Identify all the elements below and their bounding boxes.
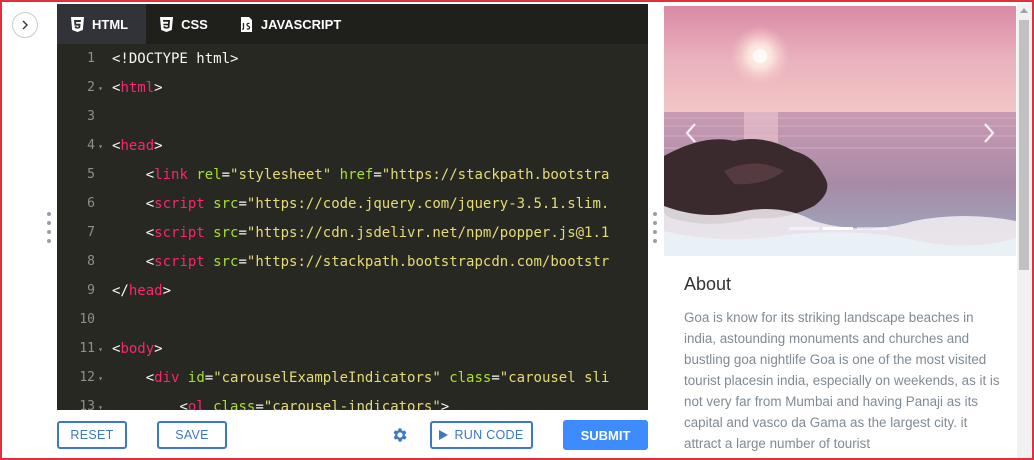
about-card: About Goa is know for its striking lands…: [684, 274, 1002, 454]
code-line[interactable]: 4 ▾ <head>: [57, 131, 648, 160]
tab-html[interactable]: HTML: [57, 4, 147, 44]
code-text: <link rel="stylesheet" href="https://sta…: [145, 166, 610, 183]
scroll-thumb[interactable]: [1019, 20, 1029, 270]
code-text: <head>: [112, 137, 163, 154]
line-number: 6: [87, 196, 95, 211]
line-number: 3: [87, 109, 95, 124]
tab-label: HTML: [92, 16, 129, 32]
code-line[interactable]: 12 ▾ <div id="carouselExampleIndicators" …: [57, 363, 648, 392]
code-line[interactable]: 5 <link rel="stylesheet" href="https://s…: [57, 160, 648, 189]
line-number: 8: [87, 254, 95, 269]
preview-pane: About Goa is know for its striking lands…: [663, 4, 1017, 460]
html5-icon: [71, 16, 84, 32]
js-file-icon: [240, 16, 252, 32]
fold-arrow-icon[interactable]: ▾: [98, 341, 103, 358]
line-number: 11 ▾: [79, 341, 103, 358]
code-editor[interactable]: HTML CSS JAVASCRIPT 1 <!DOCTYPE html> 2 ▾ <h…: [57, 4, 648, 410]
carousel-indicators: [789, 227, 887, 230]
chevron-right-icon: [22, 20, 28, 30]
fold-arrow-icon[interactable]: ▾: [98, 80, 103, 97]
line-number: 7: [87, 225, 95, 240]
code-line[interactable]: 8 <script src="https://stackpath.bootstr…: [57, 247, 648, 276]
line-number: 10: [79, 312, 95, 327]
run-code-label: RUN CODE: [454, 428, 524, 442]
line-number: 4 ▾: [87, 138, 103, 155]
reset-button[interactable]: RESET: [57, 421, 127, 449]
line-number: 9: [87, 283, 95, 298]
left-resize-handle[interactable]: [47, 212, 51, 243]
code-text: <!DOCTYPE html>: [112, 50, 239, 67]
tab-label: JAVASCRIPT: [260, 16, 342, 32]
code-text: <script src="https://code.jquery.com/jqu…: [145, 195, 610, 212]
tab-label: CSS: [181, 16, 208, 32]
code-line[interactable]: 2 ▾ <html>: [57, 73, 648, 102]
expand-panel-button[interactable]: [12, 12, 38, 38]
code-line[interactable]: 3: [57, 102, 648, 131]
carousel-prev-icon[interactable]: [684, 122, 698, 144]
tab-javascript[interactable]: JAVASCRIPT: [226, 4, 359, 44]
code-line[interactable]: 10: [57, 305, 648, 334]
fold-arrow-icon[interactable]: ▾: [98, 138, 103, 155]
code-text: <div id="carouselExampleIndicators" clas…: [145, 369, 610, 386]
run-code-button[interactable]: RUN CODE: [430, 421, 533, 449]
line-number: 13 ▾: [57, 399, 103, 410]
code-text: <html>: [112, 79, 163, 96]
code-text: </head>: [112, 282, 172, 299]
save-label: SAVE: [175, 428, 209, 442]
submit-button[interactable]: SUBMIT: [563, 420, 648, 450]
save-button[interactable]: SAVE: [157, 421, 227, 449]
code-line[interactable]: 7 <script src="https://cdn.jsdelivr.net/…: [57, 218, 648, 247]
line-number: 1: [87, 51, 95, 66]
line-number: 12 ▾: [79, 370, 103, 387]
code-line[interactable]: 9 </head>: [57, 276, 648, 305]
card-text: Goa is know for its striking landscape b…: [684, 310, 1000, 451]
tab-css[interactable]: CSS: [146, 4, 226, 44]
line-number: 5: [87, 167, 95, 182]
code-line[interactable]: 11 ▾ <body>: [57, 334, 648, 363]
submit-label: SUBMIT: [580, 427, 631, 443]
fold-arrow-icon[interactable]: ▾: [98, 399, 103, 410]
line-number: 2 ▾: [87, 80, 103, 97]
code-line[interactable]: 1 <!DOCTYPE html>: [57, 44, 648, 73]
code-text: <body>: [112, 340, 163, 357]
carousel-next-icon[interactable]: [982, 122, 996, 144]
fold-arrow-icon[interactable]: ▾: [98, 370, 103, 387]
gear-icon[interactable]: [391, 426, 409, 444]
code-line[interactable]: 6 <script src="https://code.jquery.com/j…: [57, 189, 648, 218]
carousel-indicator[interactable]: [823, 227, 853, 230]
code-area[interactable]: 1 <!DOCTYPE html> 2 ▾ <html> 3 4 ▾ <head> 5 <link…: [57, 44, 648, 411]
carousel-indicator[interactable]: [789, 227, 819, 230]
code-text: <ol class="carousel-indicators">: [179, 398, 450, 411]
carousel: [664, 6, 1016, 256]
sunset-beach-image: [664, 6, 1016, 256]
carousel-indicator[interactable]: [857, 227, 887, 230]
preview-scrollbar[interactable]: [1017, 4, 1031, 458]
reset-label: RESET: [70, 428, 114, 442]
editor-tabs: HTML CSS JAVASCRIPT: [57, 4, 648, 44]
code-text: <script src="https://cdn.jsdelivr.net/np…: [145, 224, 610, 241]
card-title: About: [684, 274, 732, 294]
code-line[interactable]: 13 ▾ <ol class="carousel-indicators">: [57, 392, 648, 411]
scroll-up-icon[interactable]: [1020, 7, 1028, 13]
play-icon: [439, 430, 449, 440]
code-text: <script src="https://stackpath.bootstrap…: [145, 253, 610, 270]
css3-icon: [160, 16, 174, 32]
split-resize-handle[interactable]: [653, 212, 657, 243]
